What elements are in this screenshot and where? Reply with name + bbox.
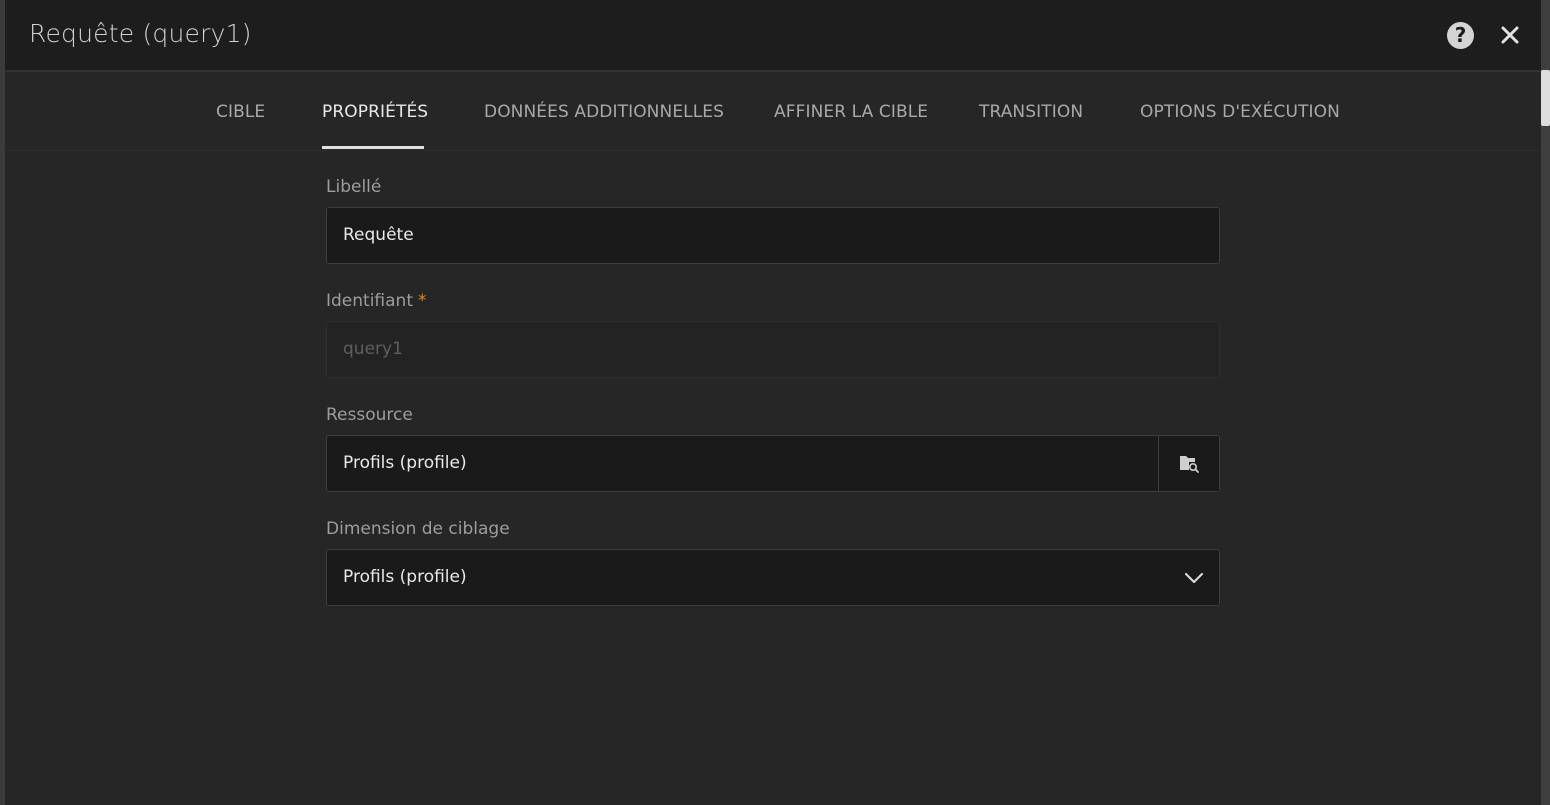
targeting-dimension-select[interactable]: Profils (profile) (326, 549, 1220, 606)
targeting-dimension-label: Dimension de ciblage (326, 519, 510, 539)
tab-donnees-additionnelles[interactable]: DONNÉES ADDITIONNELLES (484, 102, 724, 122)
help-button[interactable]: ? (1447, 22, 1474, 49)
required-mark: * (418, 291, 427, 311)
label-field-label: Libellé (326, 177, 382, 197)
close-icon (1501, 26, 1519, 44)
tab-options-execution[interactable]: OPTIONS D'EXÉCUTION (1140, 102, 1340, 122)
close-button[interactable] (1497, 21, 1523, 49)
resource-input-value: Profils (profile) (343, 453, 467, 473)
resource-input[interactable]: Profils (profile) (326, 435, 1220, 492)
scrollbar-thumb[interactable] (1541, 70, 1550, 126)
dialog-title: Requête (query1) (29, 19, 252, 48)
resource-field-label: Ressource (326, 405, 413, 425)
tab-affiner-la-cible[interactable]: AFFINER LA CIBLE (774, 102, 928, 122)
label-input[interactable]: Requête (326, 207, 1220, 264)
identifier-input: query1 (326, 321, 1220, 378)
label-input-value: Requête (343, 225, 414, 245)
tab-proprietes[interactable]: PROPRIÉTÉS (322, 102, 428, 122)
help-circle-icon: ? (1454, 23, 1467, 47)
dialog-titlebar: Requête (query1) ? (5, 0, 1541, 72)
identifier-input-value: query1 (343, 339, 403, 359)
tab-bar: CIBLE PROPRIÉTÉS DONNÉES ADDITIONNELLES … (5, 72, 1541, 151)
query-dialog: Requête (query1) ? CIBLE PROPRIÉTÉS DONN… (5, 0, 1541, 805)
tab-cible[interactable]: CIBLE (216, 102, 265, 122)
chevron-down-icon (1184, 572, 1204, 584)
targeting-dimension-value: Profils (profile) (343, 567, 467, 587)
tab-transition[interactable]: TRANSITION (979, 102, 1083, 122)
identifier-label-text: Identifiant (326, 291, 413, 311)
active-tab-indicator (322, 146, 424, 149)
folder-search-icon (1180, 456, 1199, 473)
resource-picker-button[interactable] (1158, 436, 1219, 491)
identifier-field-label: Identifiant * (326, 291, 427, 311)
